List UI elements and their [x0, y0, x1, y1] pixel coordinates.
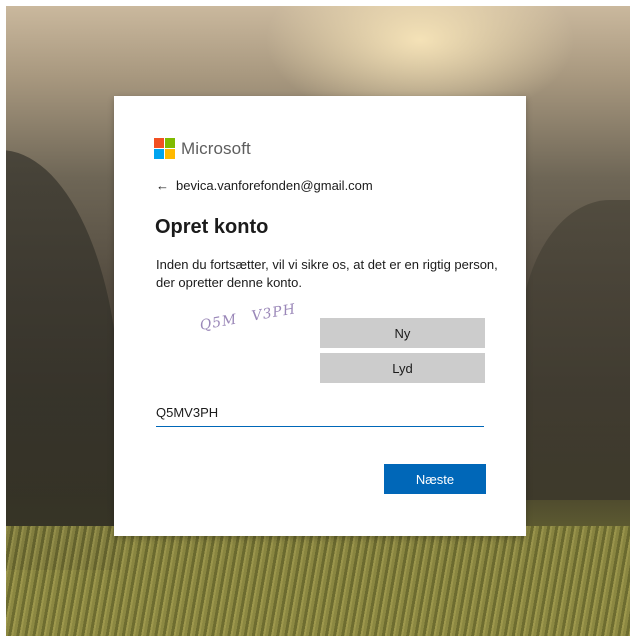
background-grass	[0, 526, 630, 636]
page-title: Opret konto	[155, 216, 269, 238]
account-identity: ← bevica.vanforefonden@gmail.com	[156, 178, 373, 193]
logo-square-red	[154, 138, 164, 148]
signup-card: Microsoft ← bevica.vanforefonden@gmail.c…	[114, 96, 526, 536]
captcha-input[interactable]	[156, 398, 484, 427]
account-email: bevica.vanforefonden@gmail.com	[176, 178, 373, 193]
arrow-left-icon[interactable]: ←	[156, 178, 169, 193]
microsoft-logo: Microsoft	[154, 138, 251, 159]
frame-left	[0, 0, 6, 636]
next-button[interactable]: Næste	[384, 464, 486, 494]
captcha-image: Q5M V3PH	[198, 301, 298, 334]
logo-square-blue	[154, 149, 164, 159]
audio-captcha-button[interactable]: Lyd	[320, 353, 485, 383]
background-hill	[520, 200, 630, 500]
logo-square-green	[165, 138, 175, 148]
page-description: Inden du fortsætter, vil vi sikre os, at…	[156, 257, 498, 290]
background-mountain	[0, 150, 120, 570]
new-captcha-button[interactable]: Ny	[320, 318, 485, 348]
logo-text: Microsoft	[181, 138, 251, 158]
frame-top	[0, 0, 630, 6]
microsoft-logo-icon	[154, 138, 175, 159]
logo-square-yellow	[165, 149, 175, 159]
